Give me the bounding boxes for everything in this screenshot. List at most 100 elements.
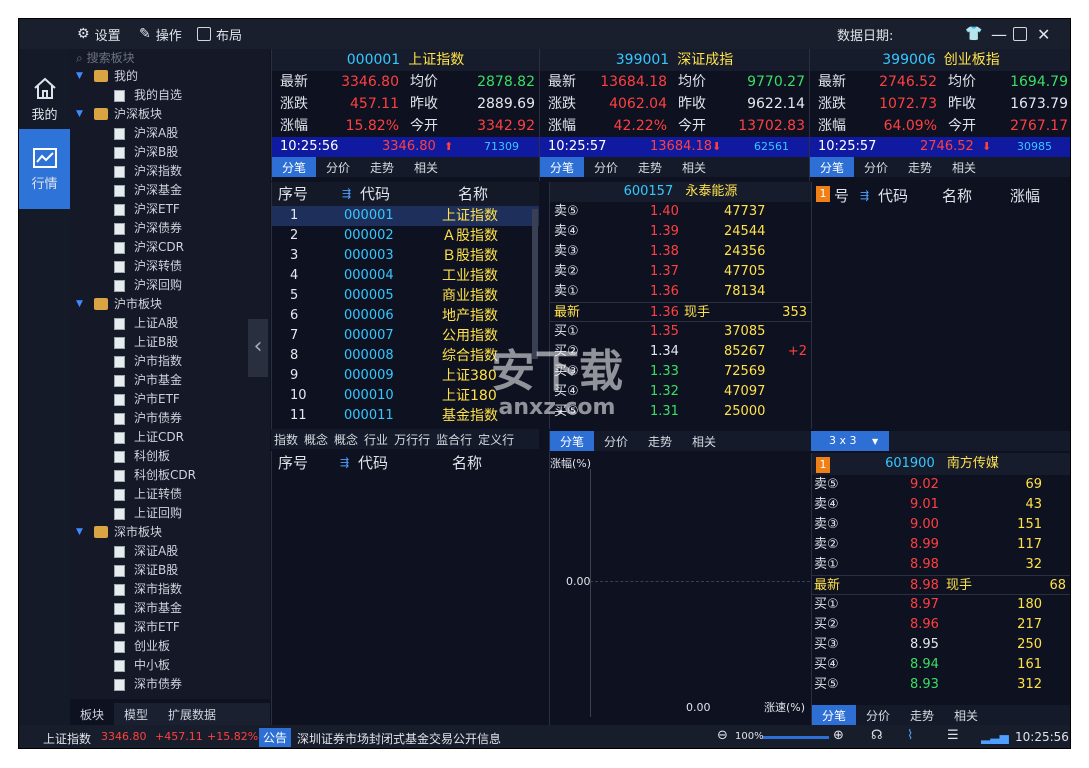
minimize-icon[interactable]: — [991, 25, 1007, 44]
subtab[interactable]: 走势 [898, 157, 942, 177]
list-icon[interactable]: ☰ [947, 728, 959, 743]
tree-item[interactable]: 沪深B股 [70, 143, 270, 162]
list-category-tab[interactable]: 概念 [331, 429, 361, 449]
tree-item[interactable]: 沪深债券 [70, 219, 270, 238]
col2-name-header[interactable]: 名称 [452, 451, 482, 475]
subtab[interactable]: 相关 [404, 157, 448, 177]
subtab[interactable]: 走势 [360, 157, 404, 177]
tree-item[interactable]: 沪深回购 [70, 276, 270, 295]
table-row[interactable]: 2 000002 Ａ股指数 [272, 226, 539, 246]
table-row[interactable]: 7 000007 公用指数 [272, 326, 539, 346]
tree-item[interactable]: 沪深基金 [70, 181, 270, 200]
tab-extended[interactable]: 扩展数据 [158, 703, 226, 725]
subtab[interactable]: 分笔 [810, 157, 855, 177]
tree-item[interactable]: 沪深转债 [70, 257, 270, 276]
chart-line-icon[interactable]: ⌇ [907, 728, 913, 743]
tree-item[interactable]: 沪市ETF [70, 390, 270, 409]
settings-menu[interactable]: ⚙ 设置 [77, 25, 121, 44]
subtab[interactable]: 分价 [584, 157, 628, 177]
skin-icon[interactable]: 👕 [965, 25, 982, 43]
col3-pct-header[interactable]: 涨幅 [1010, 182, 1040, 210]
operate-menu[interactable]: ✎ 操作 [139, 25, 182, 44]
col-name-header[interactable]: 名称 [458, 182, 488, 206]
layout-menu[interactable]: 布局 [197, 25, 242, 44]
sort3-icon[interactable]: ⇶ [860, 182, 869, 210]
tree-item[interactable]: 深市债券 [70, 675, 270, 694]
col-index-header[interactable]: 序号 [278, 182, 308, 206]
tree-item[interactable]: 深证B股 [70, 561, 270, 580]
tree-item[interactable]: 上证回购 [70, 504, 270, 523]
sort-icon[interactable]: ⇶ [342, 182, 351, 206]
zoom-slider[interactable] [763, 736, 829, 739]
tree-item[interactable]: 沪深A股 [70, 124, 270, 143]
tab-sector[interactable]: 板块 [70, 703, 115, 725]
tree-item[interactable]: 深市ETF [70, 618, 270, 637]
col3-name-header[interactable]: 名称 [942, 182, 972, 210]
col2-index-header[interactable]: 序号 [278, 451, 308, 475]
headset-icon[interactable]: ☊ [871, 728, 883, 743]
subtab[interactable]: 分笔 [812, 705, 857, 725]
tree-item[interactable]: 上证A股 [70, 314, 270, 333]
subtab[interactable]: 分笔 [272, 157, 317, 177]
col3-index-header[interactable]: 号 [834, 182, 849, 210]
status-index-name[interactable]: 上证指数 [43, 730, 91, 747]
tree-item[interactable]: 沪市指数 [70, 352, 270, 371]
subtab[interactable]: 分价 [854, 157, 898, 177]
zoom-out-icon[interactable]: ⊖ [717, 728, 728, 743]
notice-text[interactable]: 深圳证券市场封闭式基金交易公开信息 [297, 730, 501, 747]
collapse-panel-button[interactable]: ‹ [248, 319, 268, 377]
tree-item[interactable]: 沪深ETF [70, 200, 270, 219]
subtab[interactable]: 分价 [856, 705, 900, 725]
tree-item[interactable]: 中小板 [70, 656, 270, 675]
col2-code-header[interactable]: 代码 [358, 451, 388, 475]
tree-item[interactable]: 创业板 [70, 637, 270, 656]
subtab[interactable]: 相关 [682, 431, 726, 451]
list-category-tab[interactable]: 万行行 [391, 429, 433, 449]
tree-item[interactable]: 深市基金 [70, 599, 270, 618]
zoom-in-icon[interactable]: ⊕ [833, 728, 844, 743]
list-scrollbar[interactable] [532, 209, 538, 359]
list-category-tab[interactable]: 行业 [361, 429, 391, 449]
list-category-tab[interactable]: 概念 [301, 429, 331, 449]
table-row[interactable]: 5 000005 商业指数 [272, 286, 539, 306]
table-row[interactable]: 1 000001 上证指数 [272, 206, 539, 226]
nav-market[interactable]: 行情 [19, 129, 70, 209]
subtab[interactable]: 相关 [944, 705, 988, 725]
table-row[interactable]: 6 000006 地产指数 [272, 306, 539, 326]
tree-group[interactable]: ▼ 我的 [70, 67, 270, 86]
tree-item[interactable]: 上证B股 [70, 333, 270, 352]
subtab[interactable]: 走势 [628, 157, 672, 177]
tree-item[interactable]: 沪深CDR [70, 238, 270, 257]
sort2-icon[interactable]: ⇶ [340, 451, 349, 475]
tree-item[interactable]: 沪深指数 [70, 162, 270, 181]
nav-mine[interactable]: 我的 [19, 59, 70, 139]
tree-item[interactable]: 沪市基金 [70, 371, 270, 390]
tree-item[interactable]: 我的自选 [70, 86, 270, 105]
subtab[interactable]: 走势 [900, 705, 944, 725]
notice-badge[interactable]: 公告 [259, 728, 292, 747]
subtab[interactable]: 分笔 [540, 157, 585, 177]
subtab[interactable]: 相关 [672, 157, 716, 177]
tree-group[interactable]: ▼ 沪市板块 [70, 295, 270, 314]
subtab[interactable]: 相关 [942, 157, 986, 177]
tab-model[interactable]: 模型 [114, 703, 158, 725]
maximize-icon[interactable] [1013, 25, 1027, 43]
table-row[interactable]: 3 000003 Ｂ股指数 [272, 246, 539, 266]
sector-search[interactable]: ⌕ 搜索板块 [70, 49, 270, 67]
tree-item[interactable]: 深市指数 [70, 580, 270, 599]
subtab[interactable]: 分价 [316, 157, 360, 177]
tree-item[interactable]: 上证CDR [70, 428, 270, 447]
tree-item[interactable]: 沪市债券 [70, 409, 270, 428]
tree-item[interactable]: 科创板CDR [70, 466, 270, 485]
tree-group[interactable]: ▼ 深市板块 [70, 523, 270, 542]
tree-item[interactable]: 科创板 [70, 447, 270, 466]
col-code-header[interactable]: 代码 [360, 182, 390, 206]
grid-selector[interactable]: 3 x 3 ▼ [811, 431, 889, 451]
col3-code-header[interactable]: 代码 [878, 182, 908, 210]
tree-item[interactable]: 深证A股 [70, 542, 270, 561]
tree-group[interactable]: ▼ 沪深板块 [70, 105, 270, 124]
close-icon[interactable]: ✕ [1037, 25, 1050, 44]
list-category-tab[interactable]: 指数 [271, 429, 301, 449]
tree-item[interactable]: 上证转债 [70, 485, 270, 504]
table-row[interactable]: 4 000004 工业指数 [272, 266, 539, 286]
